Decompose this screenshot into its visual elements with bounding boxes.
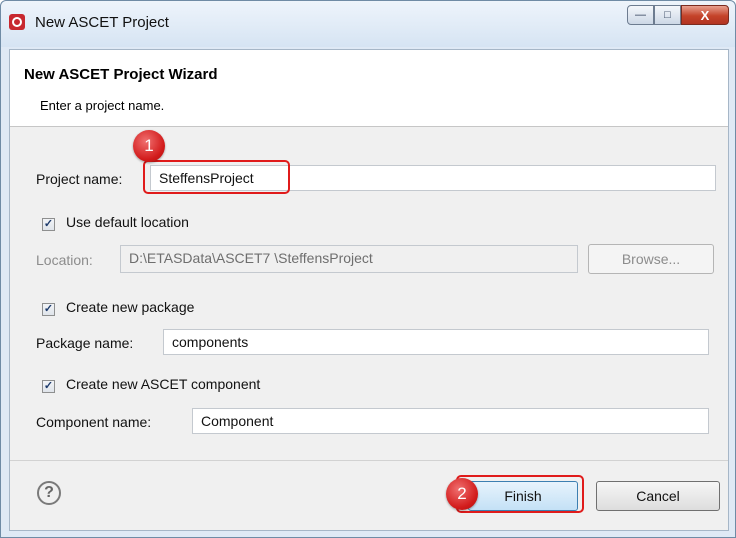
footer-divider xyxy=(10,460,728,461)
minimize-icon[interactable]: — xyxy=(627,5,654,25)
use-default-location-label: Use default location xyxy=(66,214,189,230)
location-label: Location: xyxy=(36,252,93,268)
app-icon xyxy=(9,14,25,30)
wizard-subtitle: Enter a project name. xyxy=(40,98,165,113)
component-name-label: Component name: xyxy=(36,414,152,430)
component-name-input[interactable]: Component xyxy=(192,408,709,434)
maximize-icon[interactable]: □ xyxy=(654,5,681,25)
checkbox-checked-icon[interactable]: ✓ xyxy=(42,218,55,231)
checkbox-checked-icon[interactable]: ✓ xyxy=(42,380,55,393)
create-component-label: Create new ASCET component xyxy=(66,376,261,392)
step-2-badge: 2 xyxy=(446,478,478,510)
help-icon[interactable]: ? xyxy=(37,481,61,505)
wizard-header: New ASCET Project Wizard Enter a project… xyxy=(10,50,728,127)
checkbox-checked-icon[interactable]: ✓ xyxy=(42,303,55,316)
window-title: New ASCET Project xyxy=(35,14,169,31)
step-1-badge: 1 xyxy=(133,130,165,162)
close-icon[interactable]: X xyxy=(681,5,729,25)
package-name-label: Package name: xyxy=(36,335,134,351)
title-bar[interactable]: New ASCET Project — □ X xyxy=(1,1,735,47)
caption-buttons: — □ X xyxy=(627,5,729,27)
package-name-input[interactable]: components xyxy=(163,329,709,355)
project-name-label: Project name: xyxy=(36,171,123,187)
dialog-client: New ASCET Project Wizard Enter a project… xyxy=(9,49,729,531)
wizard-title: New ASCET Project Wizard xyxy=(24,66,218,83)
location-input: D:\ETASData\ASCET7 \SteffensProject xyxy=(120,245,578,273)
browse-button: Browse... xyxy=(588,244,714,274)
highlight-project-name xyxy=(143,160,290,194)
dialog-window: New ASCET Project — □ X New ASCET Projec… xyxy=(0,0,736,538)
create-package-label: Create new package xyxy=(66,299,195,315)
cancel-button[interactable]: Cancel xyxy=(596,481,720,511)
